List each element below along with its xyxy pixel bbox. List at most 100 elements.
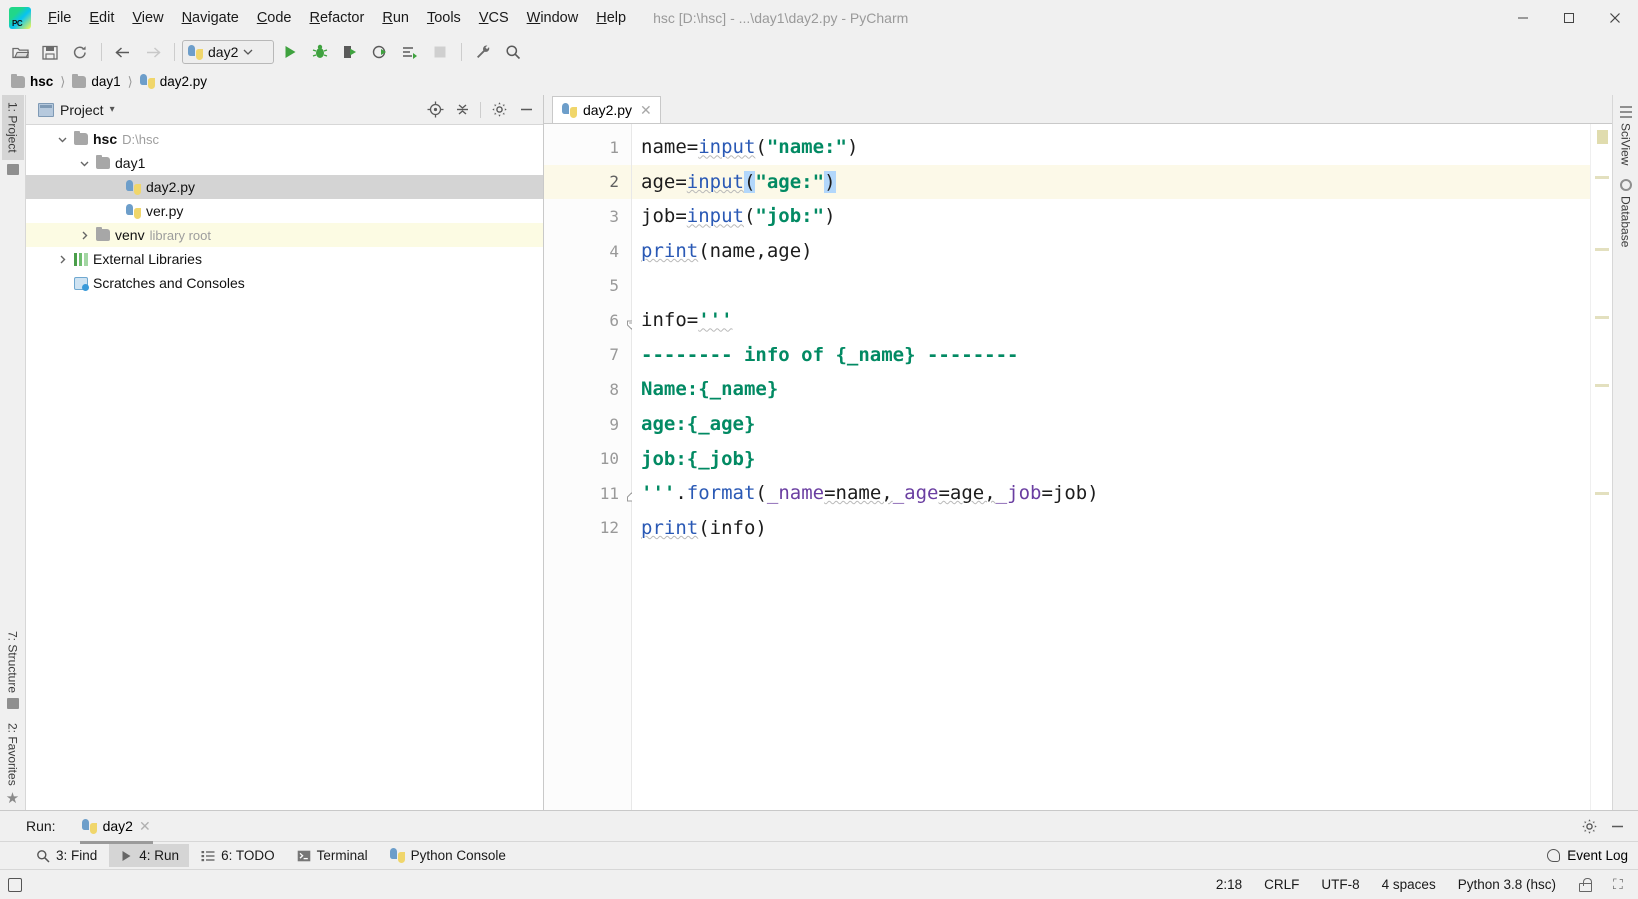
open-project-icon[interactable] (6, 39, 34, 65)
save-all-icon[interactable] (36, 39, 64, 65)
tree-sublabel: D:\hsc (122, 131, 159, 147)
tab-todo[interactable]: 6: TODO (191, 844, 285, 867)
hide-icon[interactable] (1604, 814, 1630, 838)
sidebar-item-database[interactable]: Database (1615, 172, 1637, 254)
tree-row-day1[interactable]: day1 (26, 151, 543, 175)
code-line-9[interactable]: age:{_age} (632, 407, 1590, 442)
menu-tools[interactable]: Tools (418, 5, 470, 31)
close-icon[interactable]: ✕ (139, 818, 151, 835)
tree-row-venv[interactable]: venv library root (26, 223, 543, 247)
indent-setting[interactable]: 4 spaces (1382, 877, 1436, 892)
forward-icon[interactable] (139, 39, 167, 65)
lock-icon[interactable] (1578, 877, 1592, 892)
code-token: Name:{_name} (641, 378, 779, 401)
tab-python-console[interactable]: Python Console (380, 844, 516, 867)
chevron-down-icon[interactable]: ▾ (110, 104, 115, 115)
debug-icon[interactable] (306, 39, 334, 65)
project-rail-icon (6, 163, 19, 175)
code-line-7[interactable]: -------- info of {_name} -------- (632, 338, 1590, 373)
menu-view[interactable]: View (123, 5, 172, 31)
menu-help[interactable]: Help (587, 5, 635, 31)
line-number: 11 (544, 476, 636, 511)
search-everywhere-icon[interactable] (499, 39, 527, 65)
code-line-1[interactable]: name= input("name:") (632, 130, 1590, 165)
code-line-2[interactable]: age= input("age:") (632, 164, 1590, 200)
python-file-icon (562, 102, 577, 118)
line-number: 8 (609, 379, 619, 399)
back-icon[interactable] (109, 39, 137, 65)
settings-gear-icon[interactable] (486, 98, 512, 122)
breadcrumb-item-hsc[interactable]: hsc (8, 73, 56, 90)
run-configuration-selector[interactable]: day2 (182, 40, 274, 64)
settings-wrench-icon[interactable] (469, 39, 497, 65)
locate-icon[interactable] (422, 98, 448, 122)
chevron-down-icon[interactable] (56, 133, 69, 146)
sync-icon[interactable] (66, 39, 94, 65)
hide-icon[interactable] (513, 98, 539, 122)
menu-refactor[interactable]: Refactor (301, 5, 374, 31)
window-controls (1500, 0, 1638, 36)
code-line-4[interactable]: print (name,age) (632, 234, 1590, 269)
code-line-5[interactable] (632, 268, 1590, 303)
settings-gear-icon[interactable] (1576, 814, 1602, 838)
stop-icon[interactable] (426, 39, 454, 65)
code-line-12[interactable]: print (info) (632, 511, 1590, 546)
run-with-icon[interactable] (396, 39, 424, 65)
run-coverage-icon[interactable] (336, 39, 364, 65)
tab-terminal[interactable]: Terminal (287, 844, 378, 867)
code-content[interactable]: name= input("name:") age= input("age:") jo… (632, 124, 1590, 810)
inspection-hat-icon[interactable]: ⛶ (1613, 877, 1628, 892)
editor-marker-track[interactable] (1590, 124, 1612, 810)
tree-row-hsc[interactable]: hsc D:\hsc (26, 127, 543, 151)
sidebar-item-structure[interactable]: 7: Structure (2, 624, 24, 716)
project-panel-title: Project (60, 101, 104, 118)
sidebar-item-favorites[interactable]: 2: Favorites (2, 716, 24, 793)
menu-edit[interactable]: Edit (80, 5, 123, 31)
file-encoding[interactable]: UTF-8 (1321, 877, 1359, 892)
code-line-10[interactable]: job:{_job} (632, 441, 1590, 476)
tree-row-external-libraries[interactable]: External Libraries (26, 247, 543, 271)
library-icon (74, 252, 88, 266)
tab-run[interactable]: 4: Run (109, 844, 190, 867)
menu-vcs[interactable]: VCS (470, 5, 518, 31)
run-panel-actions (1576, 814, 1638, 838)
code-line-8[interactable]: Name:{_name} (632, 372, 1590, 407)
caret-position[interactable]: 2:18 (1216, 877, 1242, 892)
menu-code[interactable]: Code (248, 5, 301, 31)
line-separator[interactable]: CRLF (1264, 877, 1299, 892)
run-icon[interactable] (276, 39, 304, 65)
code-line-6[interactable]: info= ''' (632, 303, 1590, 338)
tree-row-scratches[interactable]: Scratches and Consoles (26, 271, 543, 295)
tree-row-day2py[interactable]: day2.py (26, 175, 543, 199)
python-interpreter[interactable]: Python 3.8 (hsc) (1458, 877, 1556, 892)
event-log-button[interactable]: Event Log (1547, 841, 1628, 869)
code-line-11[interactable]: '''. format(_name =name, _age =age, _job =job) (632, 476, 1590, 511)
close-icon[interactable]: ✕ (640, 102, 652, 119)
menu-navigate[interactable]: Navigate (173, 5, 248, 31)
tab-day2py[interactable]: day2.py ✕ (552, 96, 661, 123)
run-tab-day2[interactable]: day2 ✕ (76, 815, 157, 844)
editor-area: day2.py ✕ 1 2 3 4 5 6 7 8 9 10 11 12 nam… (544, 95, 1612, 810)
minimize-button[interactable] (1500, 0, 1546, 36)
chevron-down-icon[interactable] (78, 157, 91, 170)
maximize-button[interactable] (1546, 0, 1592, 36)
code-line-3[interactable]: job= input("job:") (632, 199, 1590, 234)
menu-file[interactable]: FFileile (39, 5, 80, 31)
close-button[interactable] (1592, 0, 1638, 36)
run-configuration-label: day2 (208, 44, 239, 60)
profile-icon[interactable] (366, 39, 394, 65)
menu-run[interactable]: Run (373, 5, 418, 31)
tree-row-verpy[interactable]: ver.py (26, 199, 543, 223)
ide-layout-icon[interactable] (8, 877, 22, 892)
chevron-right-icon[interactable] (56, 253, 69, 266)
sidebar-item-project[interactable]: 1: Project (1, 95, 24, 160)
breadcrumb-item-day1[interactable]: day1 (69, 73, 123, 90)
database-icon (1619, 179, 1632, 192)
breadcrumb-item-day2py[interactable]: day2.py (137, 73, 210, 90)
menu-window[interactable]: Window (518, 5, 588, 31)
tab-find[interactable]: 3: Find (26, 844, 107, 867)
sidebar-item-sciview[interactable]: SciView (1615, 99, 1637, 172)
breadcrumb-label: hsc (30, 74, 54, 89)
chevron-right-icon[interactable] (78, 229, 91, 242)
collapse-all-icon[interactable] (449, 98, 475, 122)
